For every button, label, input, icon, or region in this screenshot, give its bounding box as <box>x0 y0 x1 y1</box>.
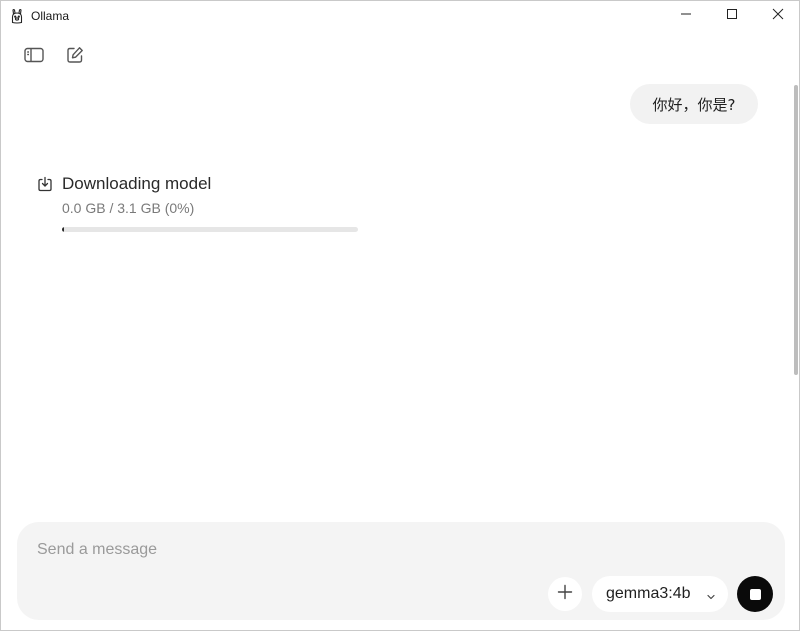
model-selector[interactable]: gemma3:4b <box>592 576 728 612</box>
download-icon <box>37 176 53 192</box>
close-icon <box>772 7 784 25</box>
scrollbar[interactable] <box>794 85 798 375</box>
plus-icon <box>557 584 573 605</box>
ollama-logo-icon <box>10 8 24 24</box>
sidebar-toggle-button[interactable] <box>22 45 46 69</box>
app-window: Ollama 你好，你是? Downloading model 0.0 GB /… <box>0 0 800 631</box>
maximize-button[interactable] <box>709 1 755 31</box>
download-progress-bar <box>62 227 358 232</box>
message-input[interactable] <box>37 538 737 562</box>
user-message-text: 你好，你是? <box>652 95 736 114</box>
close-button[interactable] <box>755 1 800 31</box>
user-message: 你好，你是? <box>630 84 758 124</box>
download-title: Downloading model <box>62 174 212 193</box>
chevron-down-icon <box>706 589 716 600</box>
minimize-icon <box>680 7 692 25</box>
download-status: 0.0 GB / 3.1 GB (0%) <box>62 200 195 216</box>
sidebar-toggle-icon <box>24 47 44 68</box>
window-title: Ollama <box>31 9 70 23</box>
title-bar: Ollama <box>1 1 799 31</box>
add-attachment-button[interactable] <box>548 577 582 611</box>
new-chat-button[interactable] <box>63 45 87 69</box>
stop-icon <box>749 588 761 600</box>
model-name: gemma3:4b <box>606 585 691 602</box>
minimize-button[interactable] <box>663 1 709 31</box>
new-chat-icon <box>66 46 84 69</box>
maximize-icon <box>726 7 738 25</box>
stop-button[interactable] <box>737 576 773 612</box>
download-progress-fill <box>62 227 64 232</box>
message-composer: gemma3:4b <box>17 522 785 620</box>
